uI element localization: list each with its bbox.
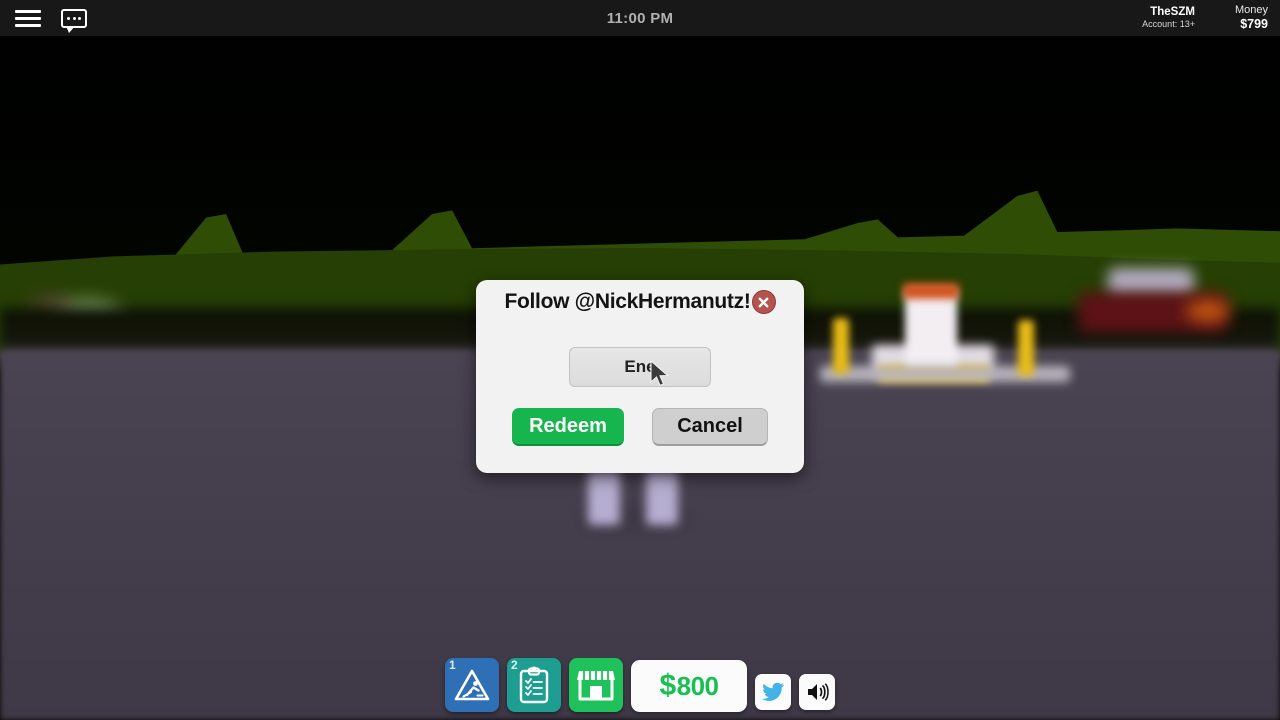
twitter-bird-icon [762,682,784,701]
username-label: TheSZM [1150,6,1195,19]
dialog-header: Follow @NickHermanutz! [476,280,804,314]
avatar-leg-left [588,470,620,525]
mouse-cursor [650,360,669,387]
chat-bubble-icon [61,8,87,33]
hotbar: 1 2 $ 800 [0,658,1280,712]
currency-symbol: $ [659,669,676,702]
redeem-button[interactable]: Redeem [512,408,624,446]
hotbar-slot-2[interactable]: 2 [507,658,561,712]
hotbar-slot-1-number: 1 [449,658,456,672]
clipboard-checklist-icon [519,666,549,704]
speaker-volume-icon [808,683,829,701]
account-info: TheSZM Account: 13+ [1142,6,1195,30]
money-value: $799 [1240,17,1268,32]
currency-amount: 800 [676,670,719,701]
gas-pump-body [905,289,957,369]
game-screen: 11:00 PM TheSZM Account: 13+ Money $799 … [0,0,1280,720]
yellow-bollard-right [1018,320,1034,376]
top-bar-right-info: TheSZM Account: 13+ Money $799 [1142,4,1280,31]
sound-button[interactable] [799,674,835,710]
close-x-icon[interactable] [751,290,776,314]
hotbar-slot-3[interactable] [569,658,623,712]
top-bar: 11:00 PM TheSZM Account: 13+ Money $799 [0,0,1280,36]
top-bar-left-controls [0,3,92,33]
dialog-title: Follow @NickHermanutz! [504,290,751,313]
close-x-glyph [758,297,769,307]
redeem-code-dialog: Follow @NickHermanutz! Ene Redeem Cancel [476,280,804,473]
topbar-money: Money $799 [1235,4,1268,31]
hotbar-slot-1[interactable]: 1 [445,658,499,712]
twitter-button[interactable] [755,674,791,710]
money-label: Money [1234,4,1268,17]
dialog-button-row: Redeem Cancel [476,408,804,446]
roadwork-sign-icon [454,669,490,701]
code-input[interactable]: Ene [569,347,711,387]
hamburger-menu-icon [15,9,41,27]
avatar-leg-right [646,470,678,525]
yellow-bollard-left [833,318,849,374]
game-clock: 11:00 PM [606,9,674,27]
hotbar-slot-2-number: 2 [511,658,518,672]
menu-button[interactable] [10,3,46,33]
shop-storefront-icon [577,671,615,701]
hotbar-money-display: $ 800 [631,660,747,712]
distant-car-light [1186,300,1230,322]
cancel-button[interactable]: Cancel [652,408,768,446]
account-age-label: Account: 13+ [1142,19,1195,30]
gas-pump-top [903,283,959,299]
chat-button[interactable] [56,3,92,33]
